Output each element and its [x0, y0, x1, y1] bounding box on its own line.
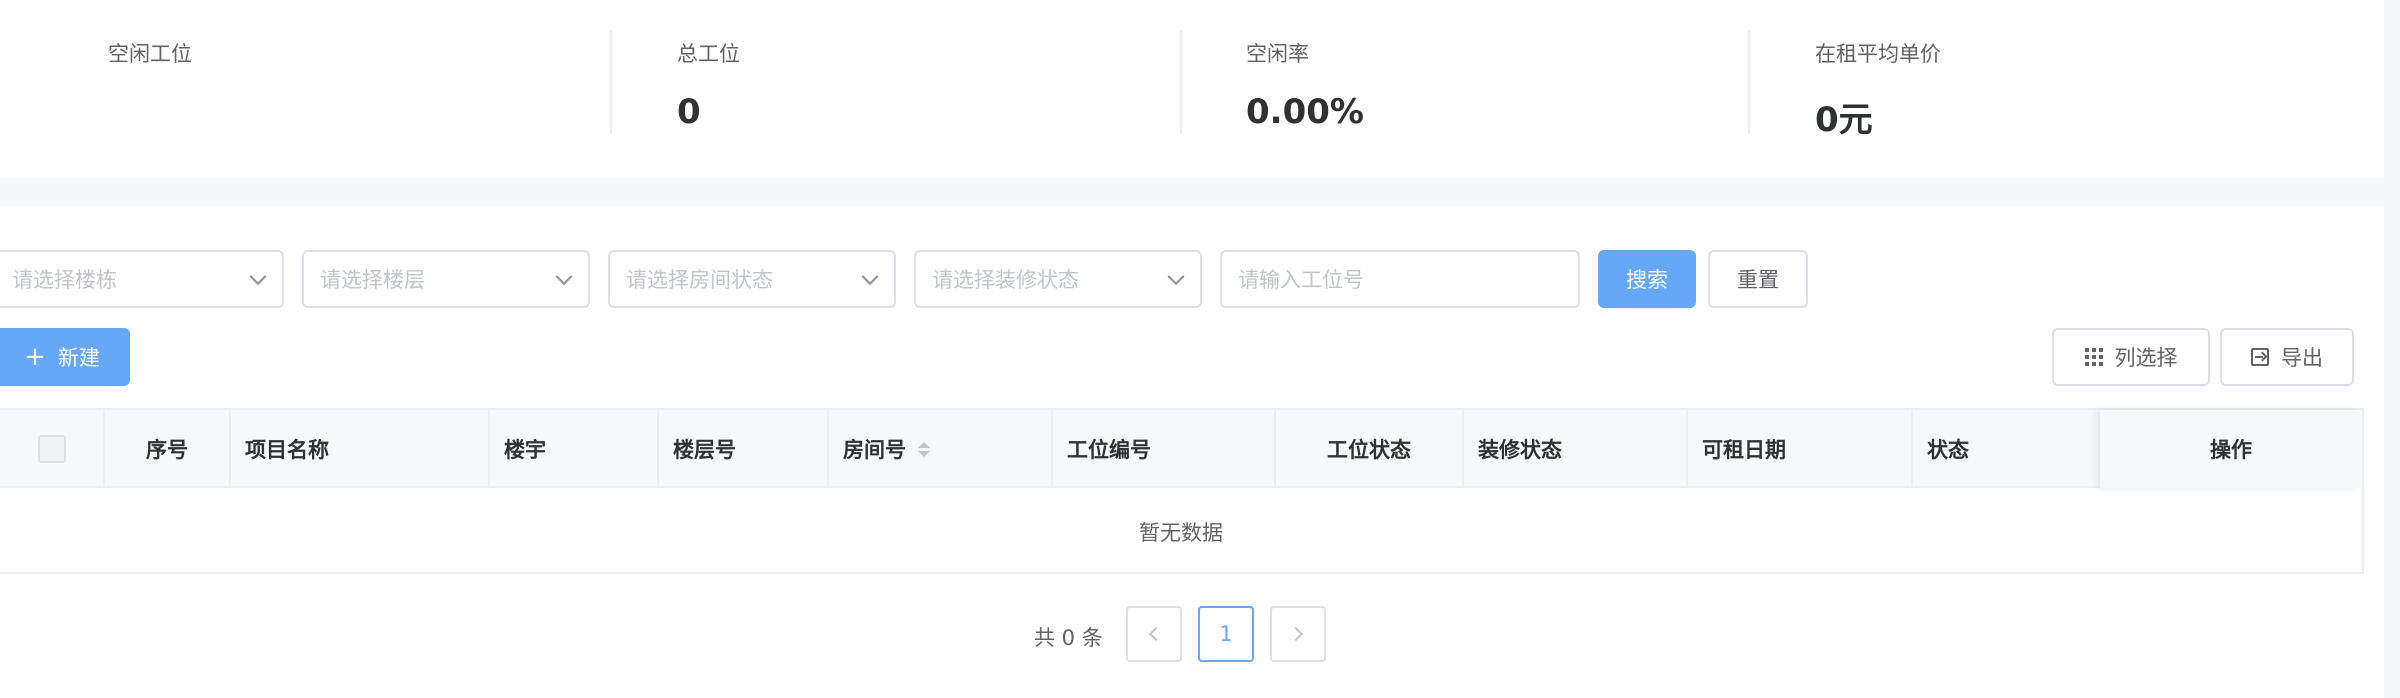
column-header: 楼宇	[490, 410, 659, 488]
chevron-down-icon	[249, 268, 267, 286]
column-header-sortable[interactable]: 房间号	[829, 410, 1053, 488]
column-header: 序号	[105, 410, 231, 488]
stat-divider	[610, 30, 612, 134]
new-button[interactable]: + 新建	[0, 328, 130, 386]
building-select[interactable]: 请选择楼栋	[0, 250, 284, 308]
column-label: 楼层号	[673, 438, 736, 462]
select-all-cell	[0, 410, 105, 488]
stat-value: 0元	[1815, 100, 1873, 140]
export-icon	[2251, 348, 2269, 366]
ops-column-header: 操作	[2100, 410, 2362, 488]
stat-label: 空闲工位	[108, 42, 192, 66]
grid-icon	[2084, 348, 2103, 366]
chevron-down-icon	[861, 268, 879, 286]
main-panel: 请选择楼栋 请选择楼层 请选择房间状态 请选择装修状态 请输入工位号 搜索 重置…	[0, 206, 2384, 698]
export-button[interactable]: 导出	[2220, 328, 2354, 386]
select-all-checkbox[interactable]	[37, 435, 66, 463]
column-header: 状态	[1913, 410, 2102, 488]
data-table: 序号 项目名称 楼宇 楼层号 房间号 工位编号 工位状态 装修状态 可租日期 状…	[0, 408, 2364, 574]
column-header: 工位编号	[1053, 410, 1276, 488]
column-label: 项目名称	[245, 438, 329, 462]
search-button[interactable]: 搜索	[1598, 250, 1696, 308]
next-page-button[interactable]	[1270, 606, 1326, 662]
stat-label: 空闲率	[1246, 42, 1309, 66]
export-label: 导出	[2281, 346, 2323, 370]
room-status-select[interactable]: 请选择房间状态	[608, 250, 896, 308]
column-header: 装修状态	[1464, 410, 1688, 488]
select-placeholder: 请选择装修状态	[932, 268, 1079, 292]
stat-divider	[1748, 30, 1750, 134]
chevron-down-icon	[1167, 268, 1185, 286]
pagination-total: 共 0 条	[1034, 626, 1103, 650]
stat-value: 0	[677, 92, 701, 132]
column-header: 楼层号	[659, 410, 829, 488]
column-label: 序号	[146, 438, 188, 462]
reset-button[interactable]: 重置	[1708, 250, 1808, 308]
chevron-left-icon	[1148, 626, 1164, 642]
floor-select[interactable]: 请选择楼层	[302, 250, 590, 308]
column-header: 可租日期	[1688, 410, 1913, 488]
column-label: 操作	[2210, 438, 2252, 462]
column-label: 可租日期	[1702, 438, 1786, 462]
select-placeholder: 请选择楼栋	[12, 268, 117, 292]
column-header: 项目名称	[231, 410, 490, 488]
column-header: 工位状态	[1276, 410, 1464, 488]
sort-icon[interactable]	[918, 441, 930, 457]
column-label: 工位状态	[1327, 438, 1411, 462]
stat-value: 0.00%	[1246, 92, 1364, 132]
prev-page-button[interactable]	[1126, 606, 1182, 662]
seat-number-input[interactable]: 请输入工位号	[1220, 250, 1580, 308]
select-placeholder: 请选择房间状态	[626, 268, 773, 292]
input-placeholder: 请输入工位号	[1238, 268, 1364, 292]
chevron-down-icon	[555, 268, 573, 286]
reset-button-label: 重置	[1737, 268, 1779, 292]
stat-label: 总工位	[677, 42, 740, 66]
stat-label: 在租平均单价	[1815, 42, 1941, 66]
page-number: 1	[1219, 622, 1233, 646]
empty-text: 暂无数据	[1139, 521, 1223, 545]
stat-divider	[1180, 30, 1182, 134]
column-label: 房间号	[843, 438, 906, 462]
stats-panel: 空闲工位 总工位 0 空闲率 0.00% 在租平均单价 0元	[0, 0, 2384, 178]
decoration-status-select[interactable]: 请选择装修状态	[914, 250, 1202, 308]
select-placeholder: 请选择楼层	[320, 268, 425, 292]
column-select-button[interactable]: 列选择	[2052, 328, 2210, 386]
plus-icon: +	[24, 342, 46, 372]
chevron-right-icon	[1288, 626, 1304, 642]
empty-state: 暂无数据	[0, 490, 2362, 574]
column-label: 楼宇	[504, 438, 546, 462]
new-button-label: 新建	[57, 346, 100, 370]
column-label: 工位编号	[1067, 438, 1151, 462]
column-label: 状态	[1927, 438, 1969, 462]
table-header: 序号 项目名称 楼宇 楼层号 房间号 工位编号 工位状态 装修状态 可租日期 状…	[0, 410, 2362, 488]
search-button-label: 搜索	[1626, 268, 1668, 292]
column-label: 装修状态	[1478, 438, 1562, 462]
page-number-button[interactable]: 1	[1198, 606, 1254, 662]
column-select-label: 列选择	[2114, 346, 2178, 370]
